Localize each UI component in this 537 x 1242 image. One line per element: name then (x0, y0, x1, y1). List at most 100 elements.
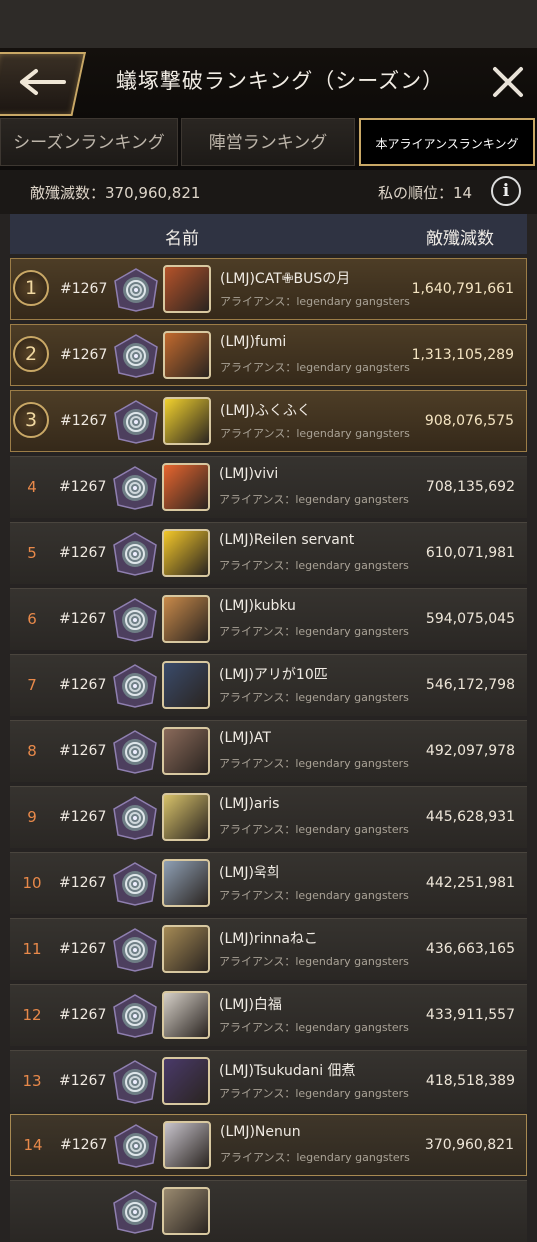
ranking-row[interactable]: 10 #1267 (LMJ)욱희 アライアンス：legendary gangster… (10, 852, 527, 914)
rank-medal-icon: 3 (13, 402, 49, 438)
rank-number: 8 (27, 742, 37, 760)
alliance-name: アライアンス：legendary gangsters (220, 295, 410, 308)
player-name: (LMJ)Nenun (220, 1124, 301, 1140)
server-id: #1267 (59, 611, 107, 627)
avatar[interactable] (162, 529, 210, 577)
ranking-row[interactable]: 11 #1267 (LMJ)rinnaねこ アライアンス：legendary gan… (10, 918, 527, 980)
avatar[interactable] (162, 661, 210, 709)
server-id: #1267 (59, 479, 107, 495)
alliance-name: アライアンス：legendary gangsters (219, 1087, 409, 1100)
alliance-name: アライアンス：legendary gangsters (219, 1021, 409, 1034)
server-id: #1267 (59, 1073, 107, 1089)
alliance-name: アライアンス：legendary gangsters (219, 691, 409, 704)
server-id: #1267 (59, 677, 107, 693)
server-id: #1267 (59, 743, 107, 759)
server-id: #1267 (59, 1007, 107, 1023)
avatar[interactable] (162, 595, 210, 643)
ranking-row[interactable]: 13 #1267 (LMJ)Tsukudani 佃煮 アライアンス：legendar… (10, 1050, 527, 1112)
ranking-row[interactable]: 7 #1267 (LMJ)アリが10匹アライアンス：legendary gangs… (10, 654, 527, 716)
ranking-row[interactable]: 3 #1267 (LMJ)ふくふく アライアンス：legendary gangste… (10, 390, 527, 452)
alliance-name: アライアンス：legendary gangsters (220, 1151, 410, 1164)
ant-emblem-icon (110, 993, 160, 1039)
kill-count: 546,172,798 (425, 677, 515, 693)
ant-emblem-icon (110, 1189, 160, 1235)
avatar[interactable] (162, 1057, 210, 1105)
rank-medal-icon: 2 (13, 336, 49, 372)
alliance-name: アライアンス：legendary gangsters (219, 493, 409, 506)
rank-number (12, 1181, 52, 1241)
ranking-row[interactable]: 5 #1267 (LMJ)Reilen servant アライアンス：legenda… (10, 522, 527, 584)
kill-count: 908,076,575 (424, 413, 514, 429)
ranking-row[interactable]: 6 #1267 (LMJ)kubku アライアンス：legendary gangst… (10, 588, 527, 650)
rank-number: 7 (27, 676, 37, 694)
alliance-name: アライアンス：legendary gangsters (219, 757, 409, 770)
server-id: #1267 (59, 875, 107, 891)
server-id: #1267 (60, 1137, 108, 1153)
back-arrow-icon[interactable] (8, 52, 78, 112)
rank-number: 4 (27, 478, 37, 496)
ant-emblem-icon (110, 597, 160, 643)
ranking-row[interactable]: 12 #1267 (LMJ)白福 アライアンス：legendary gangster… (10, 984, 527, 1046)
ant-emblem-icon (110, 729, 160, 775)
kill-count: 708,135,692 (425, 479, 515, 495)
player-name: (LMJ)アリが10匹 (219, 667, 328, 683)
close-icon[interactable] (486, 60, 530, 104)
my-rank: 私の順位：14 (378, 184, 473, 202)
ant-emblem-icon (110, 663, 160, 709)
ant-emblem-icon (110, 1059, 160, 1105)
alliance-name: アライアンス：legendary gangsters (219, 955, 409, 968)
server-id: #1267 (60, 413, 108, 429)
total-kills: 敵殲滅数：370,960,821 (30, 184, 201, 202)
kill-count: 370,960,821 (424, 1137, 514, 1153)
kill-count: 1,640,791,661 (411, 281, 514, 297)
avatar[interactable] (162, 925, 210, 973)
avatar[interactable] (163, 265, 211, 313)
tab-alliance-ranking[interactable]: 本アライアンスランキング (359, 118, 535, 166)
column-kills: 敵殲滅数 (426, 229, 494, 249)
alliance-name: アライアンス：legendary gangsters (219, 823, 409, 836)
player-name: (LMJ)kubku (219, 598, 296, 614)
ant-emblem-icon (111, 1123, 161, 1169)
kill-count: 594,075,045 (425, 611, 515, 627)
ranking-row[interactable]: 2 #1267 (LMJ)fumi アライアンス：legendary gangste… (10, 324, 527, 386)
player-name: (LMJ)rinnaねこ (219, 931, 318, 947)
player-name: (LMJ)vivi (219, 466, 279, 482)
avatar[interactable] (162, 463, 210, 511)
player-name: (LMJ)CAT✙BUSの月 (220, 271, 351, 287)
avatar[interactable] (162, 793, 210, 841)
ranking-row[interactable]: 8 #1267 (LMJ)AT アライアンス：legendary gangsters… (10, 720, 527, 782)
tab-season-ranking[interactable]: シーズンランキング (0, 118, 178, 166)
ant-emblem-icon (110, 465, 160, 511)
ranking-row[interactable] (10, 1180, 527, 1242)
rank-number: 13 (22, 1072, 42, 1090)
avatar[interactable] (162, 991, 210, 1039)
alliance-name: アライアンス：legendary gangsters (219, 625, 409, 638)
tab-faction-ranking[interactable]: 陣営ランキング (181, 118, 355, 166)
kill-count: 610,071,981 (425, 545, 515, 561)
avatar[interactable] (163, 1121, 211, 1169)
kill-count: 418,518,389 (425, 1073, 515, 1089)
ant-emblem-icon (111, 399, 161, 445)
ranking-row[interactable]: 9 #1267 (LMJ)aris アライアンス：legendary gangste… (10, 786, 527, 848)
rank-number: 6 (27, 610, 37, 628)
avatar[interactable] (162, 859, 210, 907)
rank-number: 9 (27, 808, 37, 826)
ranking-row[interactable]: 1 #1267 (LMJ)CAT✙BUSの月 アライアンス：legendary ga… (10, 258, 527, 320)
avatar[interactable] (163, 331, 211, 379)
alliance-name: アライアンス：legendary gangsters (219, 889, 409, 902)
info-icon[interactable]: i (491, 176, 521, 206)
server-id: #1267 (60, 281, 108, 297)
player-name: (LMJ)白福 (219, 997, 282, 1013)
avatar[interactable] (163, 397, 211, 445)
kill-count: 442,251,981 (425, 875, 515, 891)
rank-number: 10 (22, 874, 42, 892)
ant-emblem-icon (110, 861, 160, 907)
ant-emblem-icon (110, 795, 160, 841)
rank-number: 11 (22, 940, 42, 958)
avatar[interactable] (162, 1187, 210, 1235)
avatar[interactable] (162, 727, 210, 775)
ranking-row[interactable]: 4 #1267 (LMJ)vivi アライアンス：legendary gangste… (10, 456, 527, 518)
status-area (0, 0, 537, 48)
ranking-row[interactable]: 14 #1267 (LMJ)Nenun アライアンス：legendary gangs… (10, 1114, 527, 1176)
server-id: #1267 (60, 347, 108, 363)
